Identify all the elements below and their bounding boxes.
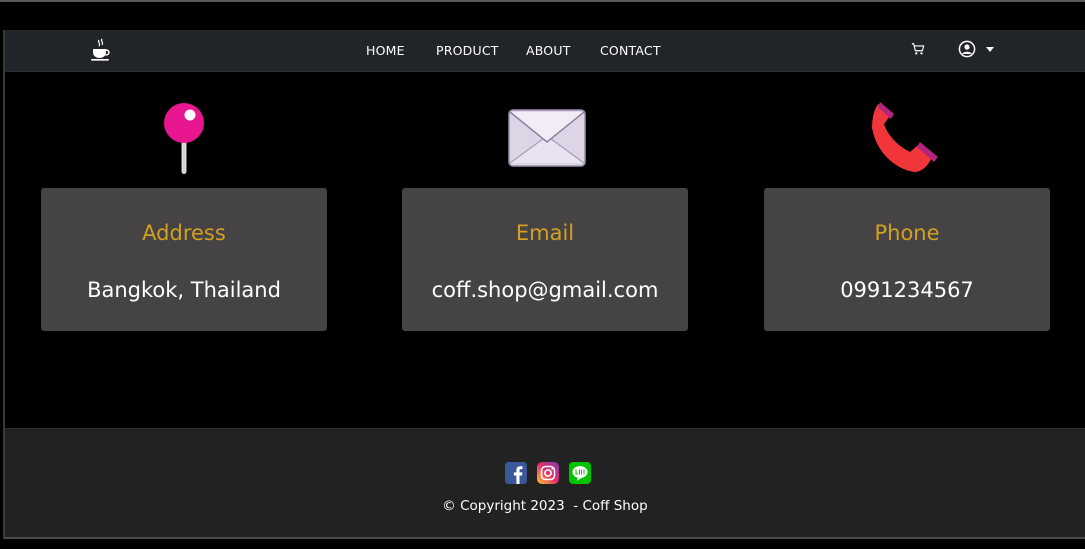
- copyright-text: © Copyright 2023 - Coff Shop: [442, 498, 648, 514]
- phone-value[interactable]: 0991234567: [764, 278, 1050, 302]
- navbar: HOME PRODUCT ABOUT CONTACT: [5, 30, 1085, 72]
- nav-link-home[interactable]: HOME: [366, 43, 405, 58]
- facebook-icon[interactable]: [505, 462, 527, 484]
- email-card: Email coff.shop@gmail.com: [402, 188, 688, 331]
- user-circle-icon[interactable]: [958, 40, 976, 58]
- map-pin-icon: [164, 103, 204, 174]
- nav-link-contact[interactable]: CONTACT: [600, 43, 661, 58]
- line-icon[interactable]: [569, 462, 591, 484]
- phone-title: Phone: [874, 221, 940, 245]
- caret-down-icon[interactable]: [986, 47, 994, 53]
- window-bottom-strip: [0, 539, 1085, 549]
- email-title: Email: [515, 221, 575, 245]
- phone-icon: [872, 102, 938, 172]
- address-card: Address Bangkok, Thailand: [41, 188, 327, 331]
- address-value: Bangkok, Thailand: [87, 278, 281, 302]
- email-value[interactable]: coff.shop@gmail.com: [402, 278, 688, 302]
- address-title: Address: [142, 221, 226, 245]
- nav-link-product[interactable]: PRODUCT: [436, 43, 499, 58]
- cart-icon[interactable]: [911, 42, 925, 56]
- envelope-icon: [508, 109, 586, 167]
- phone-card: Phone 0991234567: [764, 188, 1050, 331]
- window-top-strip: [0, 0, 1085, 30]
- instagram-icon[interactable]: [537, 462, 559, 484]
- nav-link-about[interactable]: ABOUT: [526, 43, 571, 58]
- app-frame: HOME PRODUCT ABOUT CONTACT Address Bangk…: [3, 30, 1085, 539]
- footer: © Copyright 2023 - Coff Shop: [5, 428, 1085, 539]
